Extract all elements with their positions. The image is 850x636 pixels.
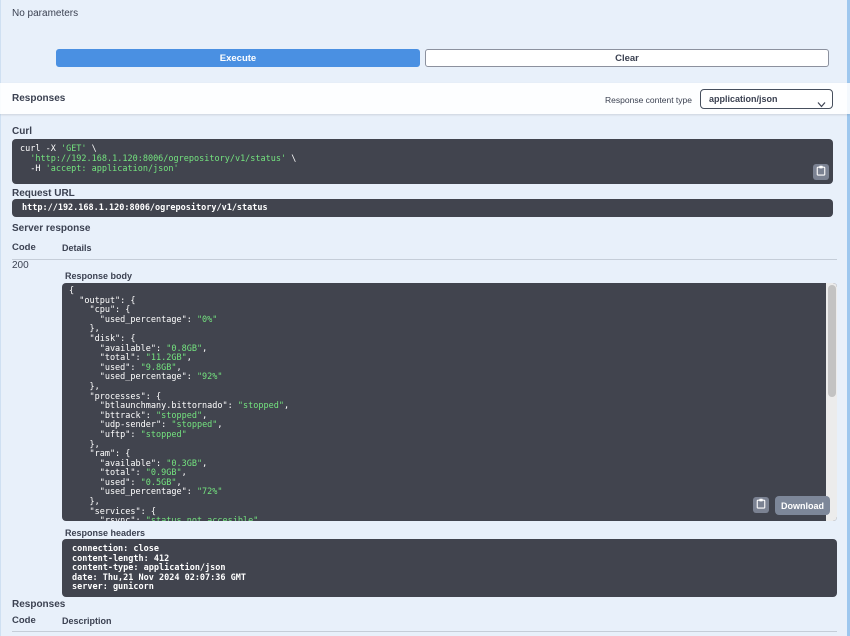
download-button[interactable]: Download — [775, 496, 830, 515]
responses-title: Responses — [12, 93, 66, 104]
status-code-200: 200 — [12, 260, 29, 271]
execute-button[interactable]: Execute — [56, 49, 420, 67]
table-divider — [12, 259, 837, 260]
clipboard-icon — [816, 163, 826, 181]
response-body-scrollbar[interactable] — [826, 283, 837, 521]
response-content-type-label: Response content type — [605, 95, 692, 105]
response-body-label: Response body — [65, 271, 133, 281]
documented-responses-title: Responses — [12, 599, 66, 610]
curl-command-text: curl -X 'GET' \ 'http://192.168.1.120:80… — [20, 144, 297, 174]
documented-code-header: Code — [12, 615, 36, 626]
response-content-type-select-wrap: application/json — [700, 89, 833, 109]
documented-description-header: Description — [62, 616, 112, 626]
response-headers-label: Response headers — [65, 528, 146, 538]
swagger-operation-panel: No parameters Execute Clear Responses Re… — [0, 0, 850, 636]
curl-command-block: curl -X 'GET' \ 'http://192.168.1.120:80… — [12, 139, 833, 184]
server-response-code-header: Code — [12, 242, 36, 253]
server-response-title: Server response — [12, 223, 91, 234]
table-divider — [12, 631, 837, 632]
request-url-block: http://192.168.1.120:8006/ogrepository/v… — [12, 199, 833, 217]
clear-button[interactable]: Clear — [425, 49, 829, 67]
response-body-json: { "output": { "cpu": { "used_percentage"… — [69, 286, 290, 521]
responses-section-header: Responses Response content type applicat… — [0, 83, 850, 114]
request-url-label: Request URL — [12, 188, 75, 199]
copy-response-button[interactable] — [753, 497, 769, 513]
server-response-details-header: Details — [62, 243, 92, 253]
curl-label: Curl — [12, 126, 32, 137]
clipboard-icon — [756, 496, 766, 514]
no-parameters-label: No parameters — [12, 8, 79, 19]
response-body-block: { "output": { "cpu": { "used_percentage"… — [62, 283, 837, 521]
scrollbar-thumb[interactable] — [827, 285, 836, 397]
request-url-value: http://192.168.1.120:8006/ogrepository/v… — [22, 203, 268, 213]
copy-curl-button[interactable] — [813, 164, 829, 180]
response-content-type-select[interactable]: application/json — [700, 89, 833, 109]
response-headers-text: connection: close content-length: 412 cont… — [72, 544, 246, 593]
response-headers-block: connection: close content-length: 412 cont… — [62, 539, 837, 597]
